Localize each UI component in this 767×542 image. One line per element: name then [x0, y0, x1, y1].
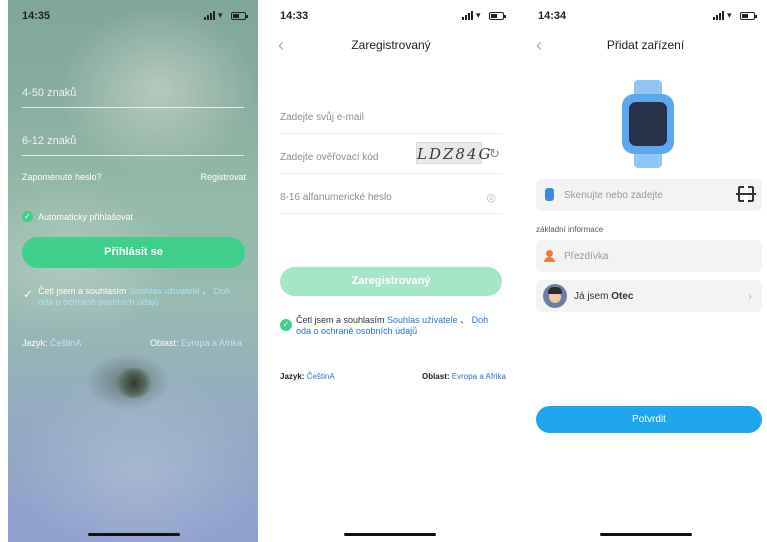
language-label: Jazyk:	[22, 338, 51, 348]
privacy-link[interactable]: oda o ochraně osobních údajů	[296, 326, 417, 336]
region-label: Oblast:	[421, 372, 452, 381]
wifi-icon: ▾	[727, 10, 732, 20]
user-agreement-link[interactable]: Souhlas uživatele	[387, 315, 458, 325]
status-time: 14:35	[22, 10, 51, 22]
teddy-bear-image	[116, 368, 152, 398]
relation-value: Otec	[611, 291, 634, 302]
home-indicator	[600, 533, 692, 536]
language-selector[interactable]: ČeštinA	[50, 338, 82, 348]
register-screen: 14:33 ▾ ‹ Zaregistrovaný Zadejte svůj e-…	[266, 0, 516, 542]
battery-icon	[740, 12, 757, 20]
verification-code-field[interactable]: Zadejte ověřovací kód LDZ84G ↻	[280, 142, 502, 174]
signal-icon	[204, 11, 215, 20]
check-icon: ✓	[22, 211, 33, 222]
region-selector[interactable]: Evropa a Afrika	[181, 338, 242, 348]
signal-icon	[462, 11, 473, 20]
account-placeholder: 4-50 znaků	[22, 87, 77, 99]
page-title: Zaregistrovaný	[351, 38, 431, 52]
privacy-link-start[interactable]: Doh	[214, 286, 231, 296]
battery-icon	[231, 12, 248, 20]
nav-bar: ‹ Přidat zařízení	[524, 34, 767, 60]
device-icon	[545, 188, 554, 201]
home-indicator	[88, 533, 180, 536]
agree-check-icon[interactable]: ✓	[22, 288, 34, 300]
wifi-icon: ▾	[476, 10, 481, 20]
avatar	[543, 284, 567, 308]
page-title: Přidat zařízení	[606, 38, 685, 52]
eye-icon[interactable]: ◎	[486, 191, 496, 204]
nickname-placeholder: Přezdívka	[564, 251, 609, 262]
agreement: ✓ Četl jsem a souhlasím Souhlas uživatel…	[22, 286, 252, 308]
password-placeholder: 8-16 alfanumerické heslo	[280, 192, 392, 203]
agree-separator: 、	[199, 286, 214, 296]
refresh-icon[interactable]: ↻	[489, 146, 500, 162]
register-button[interactable]: Zaregistrovaný	[280, 267, 502, 296]
language-region-row: Jazyk: ČeštinA Oblast: Evropa a Afrika	[280, 372, 506, 381]
status-bar: 14:35 ▾	[22, 10, 248, 24]
agree-prefix: Četl jsem a souhlasím	[296, 315, 388, 325]
signal-icon	[713, 11, 724, 20]
register-link[interactable]: Registrovat	[200, 172, 246, 182]
password-input[interactable]: 6-12 znaků	[22, 128, 244, 156]
captcha-image[interactable]: LDZ84G	[416, 142, 490, 164]
auto-login-label: Automaticky přihlašovat	[38, 211, 134, 222]
status-bar: 14:34 ▾	[538, 10, 757, 24]
email-placeholder: Zadejte svůj e-mail	[280, 112, 364, 123]
user-agreement-link[interactable]: Souhlas uživatele	[129, 286, 200, 296]
status-time: 14:34	[538, 10, 567, 22]
relation-selector[interactable]: Já jsem Otec ›	[536, 280, 762, 312]
section-label: základní informace	[536, 225, 604, 234]
relation-prefix: Já jsem	[574, 291, 612, 302]
agree-check-icon[interactable]: ✓	[280, 319, 292, 331]
scan-icon[interactable]	[736, 185, 756, 203]
email-field[interactable]: Zadejte svůj e-mail	[280, 102, 502, 134]
account-input[interactable]: 4-50 znaků	[22, 80, 244, 108]
status-bar: 14:33 ▾	[280, 10, 506, 24]
agree-prefix: Četl jsem a souhlasím	[38, 286, 130, 296]
device-id-placeholder: Skenujte nebo zadejte	[564, 190, 663, 201]
agree-separator: 、	[457, 315, 472, 325]
nickname-input[interactable]: Přezdívka	[536, 240, 762, 272]
wifi-icon: ▾	[218, 10, 223, 20]
region-label: Oblast:	[150, 338, 182, 348]
forgot-password-link[interactable]: Zapomenuté heslo?	[22, 172, 102, 182]
device-id-input[interactable]: Skenujte nebo zadejte	[536, 179, 762, 211]
region-selector[interactable]: Evropa a Afrika	[452, 372, 506, 381]
auto-login-checkbox[interactable]: ✓ Automaticky přihlašovat	[22, 211, 133, 222]
language-label: Jazyk:	[280, 372, 307, 381]
privacy-link[interactable]: oda o ochraně osobních údajů	[38, 297, 159, 307]
password-placeholder: 6-12 znaků	[22, 135, 77, 147]
password-field[interactable]: 8-16 alfanumerické heslo ◎	[280, 182, 502, 214]
smartwatch-icon	[620, 80, 676, 168]
login-screen: 14:35 ▾ 4-50 znaků 6-12 znaků Zapomenuté…	[8, 0, 258, 542]
login-links: Zapomenuté heslo? Registrovat	[22, 172, 246, 182]
privacy-link-start[interactable]: Doh	[472, 315, 489, 325]
person-icon	[544, 250, 555, 262]
language-selector[interactable]: ČeštinA	[307, 372, 335, 381]
nav-bar: ‹ Zaregistrovaný	[266, 34, 516, 60]
code-placeholder: Zadejte ověřovací kód	[280, 152, 379, 163]
chevron-right-icon: ›	[748, 289, 752, 303]
status-time: 14:33	[280, 10, 309, 22]
add-device-screen: 14:34 ▾ ‹ Přidat zařízení Skenujte nebo …	[524, 0, 767, 542]
language-region-row: Jazyk: ČeštinA Oblast: Evropa a Afrika	[22, 338, 248, 348]
confirm-button[interactable]: Potvrdit	[536, 406, 762, 433]
battery-icon	[489, 12, 506, 20]
agreement: ✓ Četl jsem a souhlasím Souhlas uživatel…	[280, 315, 510, 337]
home-indicator	[344, 533, 436, 536]
login-button[interactable]: Přihlásit se	[22, 237, 245, 268]
